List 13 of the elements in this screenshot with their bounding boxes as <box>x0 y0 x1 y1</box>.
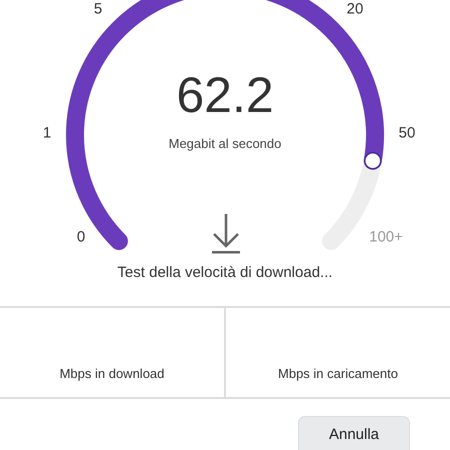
tick-label: 100+ <box>369 230 403 244</box>
speed-unit: Megabit al secondo <box>168 135 282 153</box>
download-icon <box>211 214 241 254</box>
status-text: Test della velocità di download... <box>117 263 333 283</box>
tick-label: 1 <box>42 126 52 140</box>
tick-label: 0 <box>76 230 86 244</box>
tick-label: 20 <box>346 2 364 16</box>
result-label: Mbps in download <box>60 364 164 383</box>
result-label: Mbps in caricamento <box>278 364 398 383</box>
tick-label: 5 <box>94 2 102 16</box>
speed-value: 62.2 <box>176 70 274 120</box>
cancel-button[interactable]: Annulla <box>298 416 410 450</box>
tick-label: 50 <box>398 126 416 140</box>
